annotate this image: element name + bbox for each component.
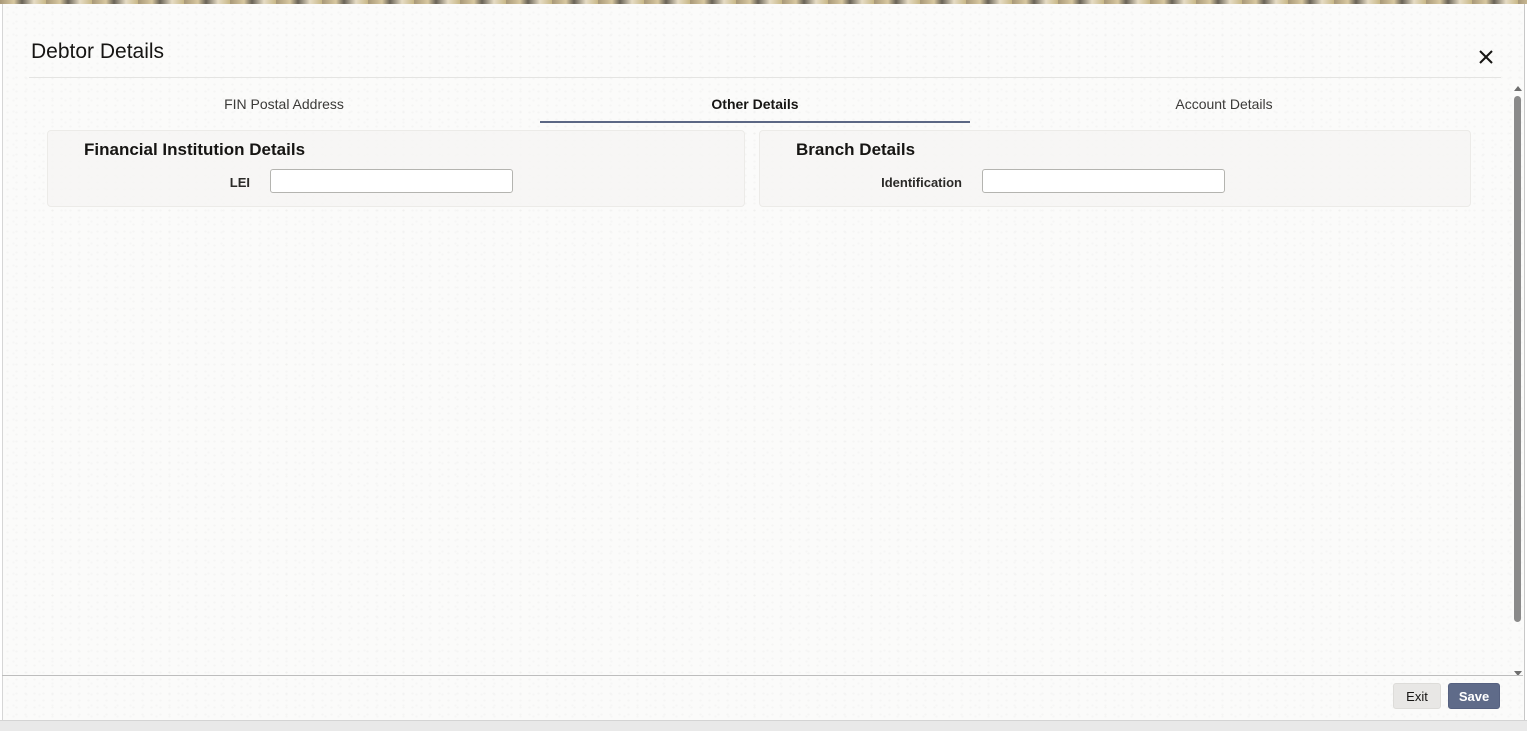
header-divider [29,77,1501,78]
vertical-scrollbar[interactable] [1513,86,1523,676]
branch-panel: Branch Details Identification [759,130,1471,207]
tab-bar: FIN Postal Address Other Details Account… [53,86,1473,124]
exit-button[interactable]: Exit [1393,683,1441,709]
save-button[interactable]: Save [1448,683,1500,709]
identification-label: Identification [881,175,962,190]
close-icon [1479,50,1493,64]
tab-fin-postal-address[interactable]: FIN Postal Address [53,86,515,122]
dialog-title: Debtor Details [31,40,165,63]
financial-institution-heading: Financial Institution Details [84,140,306,159]
scroll-up-arrow-icon[interactable] [1514,86,1522,91]
tab-account-details[interactable]: Account Details [995,86,1453,122]
lei-label: LEI [229,175,250,190]
financial-institution-panel: Financial Institution Details LEI [47,130,745,207]
footer-divider [2,675,1523,676]
identification-input[interactable] [982,169,1225,193]
scrollbar-thumb[interactable] [1514,96,1521,622]
debtor-details-dialog: Debtor Details FIN Postal Address Other … [2,4,1525,720]
branch-heading: Branch Details [796,140,916,159]
close-button[interactable] [1473,44,1499,70]
tab-other-details[interactable]: Other Details [540,86,970,123]
lei-input[interactable] [270,169,513,193]
window-bottom-edge [0,720,1527,731]
